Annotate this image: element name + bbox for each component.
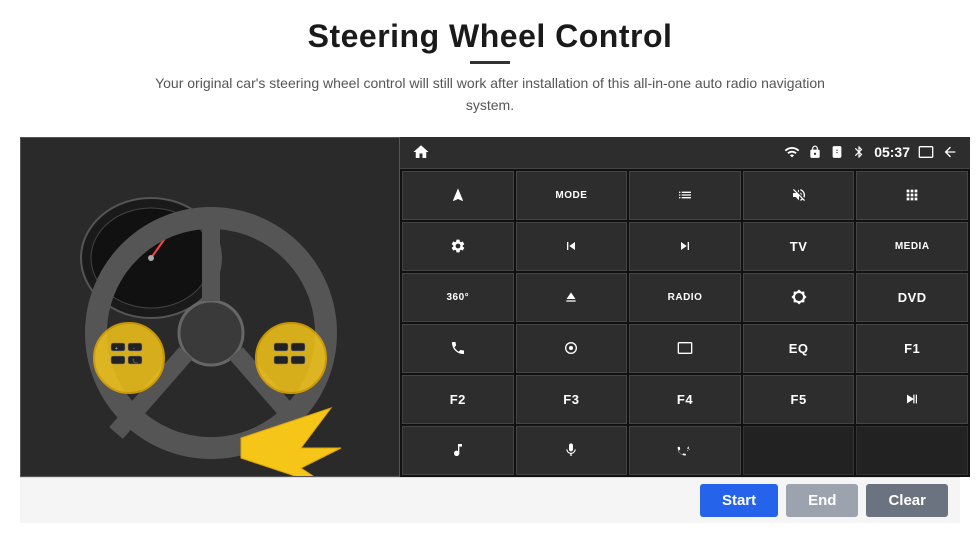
end-button[interactable]: End [786,484,858,517]
page-container: Steering Wheel Control Your original car… [0,0,980,544]
title-section: Steering Wheel Control Your original car… [140,18,840,117]
screen-icon [918,144,934,160]
ctrl-btn-brightness[interactable] [743,273,855,322]
lock-icon [808,145,822,159]
ctrl-btn-playpause[interactable] [856,375,968,424]
ctrl-btn-media[interactable]: MEDIA [856,222,968,271]
ctrl-btn-mute[interactable] [743,171,855,220]
status-left [412,143,430,161]
ctrl-btn-list[interactable] [629,171,741,220]
ctrl-btn-tv[interactable]: TV [743,222,855,271]
ctrl-btn-mode[interactable]: MODE [516,171,628,220]
ctrl-btn-empty1[interactable] [743,426,855,475]
ctrl-btn-music[interactable] [402,426,514,475]
ctrl-btn-apps[interactable] [856,171,968,220]
back-icon [942,144,958,160]
bluetooth-icon [852,145,866,159]
content-area: + - 📞 [20,137,960,477]
wifi-icon [784,144,800,160]
svg-text:+: + [115,346,118,352]
clear-button[interactable]: Clear [866,484,948,517]
ctrl-btn-f5[interactable]: F5 [743,375,855,424]
svg-text:📞: 📞 [132,358,139,365]
ctrl-btn-prev[interactable] [516,222,628,271]
home-icon [412,143,430,161]
ctrl-btn-radio[interactable]: RADIO [629,273,741,322]
steering-wheel-image: + - 📞 [20,137,400,477]
ctrl-btn-nav[interactable] [402,171,514,220]
status-time: 05:37 [874,144,910,160]
bottom-bar: Start End Clear [20,477,960,523]
ctrl-btn-volphone[interactable] [629,426,741,475]
steering-bg: + - 📞 [21,138,399,476]
ctrl-btn-dvd[interactable]: DVD [856,273,968,322]
start-button[interactable]: Start [700,484,778,517]
ctrl-btn-settings[interactable] [402,222,514,271]
ctrl-btn-empty2[interactable] [856,426,968,475]
ctrl-btn-window[interactable] [629,324,741,373]
ctrl-btn-next[interactable] [629,222,741,271]
ctrl-btn-mic[interactable] [516,426,628,475]
page-title: Steering Wheel Control [140,18,840,55]
ctrl-btn-360[interactable]: 360° [402,273,514,322]
title-divider [470,61,510,64]
ctrl-btn-eq[interactable]: EQ [743,324,855,373]
status-bar: 05:37 [400,137,970,169]
360-icon: 360° [446,292,469,303]
ctrl-btn-eject[interactable] [516,273,628,322]
ctrl-btn-f3[interactable]: F3 [516,375,628,424]
ctrl-btn-f4[interactable]: F4 [629,375,741,424]
steering-wheel-svg: + - 📞 [21,138,400,477]
button-grid: MODE TVMEDIA 360° RADIO DVDEQF1 F2F3F4F5 [400,169,970,477]
ctrl-btn-f2[interactable]: F2 [402,375,514,424]
ctrl-btn-f1[interactable]: F1 [856,324,968,373]
subtitle: Your original car's steering wheel contr… [140,72,840,117]
control-panel: 05:37 MODE TVMEDIA 360° RADIO DVDEQF1 F2F3F4F… [400,137,970,477]
sim-icon [830,145,844,159]
ctrl-btn-menu[interactable] [516,324,628,373]
status-icons: 05:37 [784,144,958,160]
ctrl-btn-phone[interactable] [402,324,514,373]
